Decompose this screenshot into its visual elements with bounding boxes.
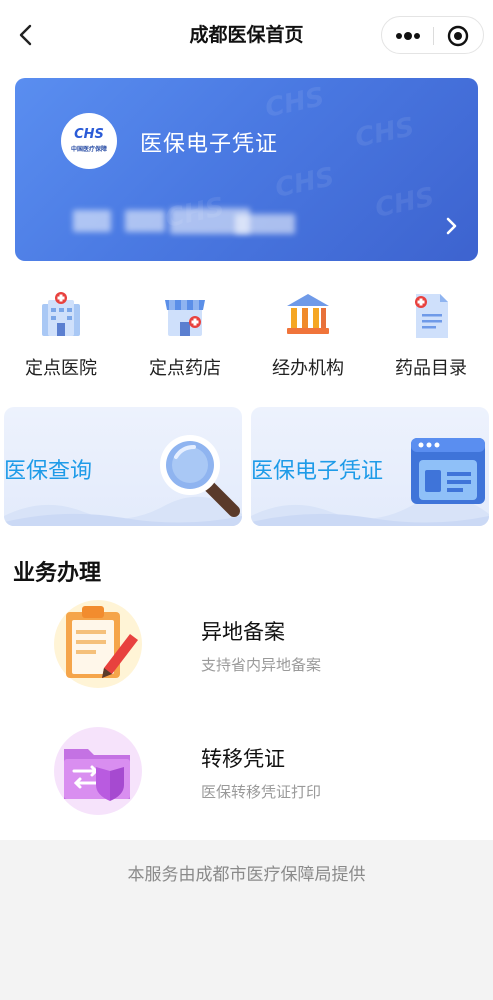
pharmacy-icon	[165, 300, 205, 336]
quick-nav-label: 定点药店	[149, 358, 221, 379]
quick-nav-label: 定点医院	[25, 358, 97, 379]
target-close-icon[interactable]	[447, 25, 469, 47]
banner-label: 医保电子凭证	[251, 459, 384, 484]
clipboard-edit-icon	[54, 600, 142, 688]
hospital-icon	[42, 292, 80, 336]
more-dots-icon[interactable]	[394, 26, 422, 46]
quick-nav-drug-catalog[interactable]: 药品目录	[381, 290, 481, 385]
card-title: 医保电子凭证	[140, 132, 279, 157]
chs-logo: CHS 中国医疗保障	[61, 113, 117, 169]
svg-text:CHS: CHS	[74, 127, 104, 140]
service-name: 转移凭证	[201, 747, 285, 771]
quick-nav-label: 经办机构	[272, 358, 344, 379]
chevron-right-icon[interactable]	[442, 215, 460, 237]
banner-insurance-query[interactable]: 医保查询	[4, 407, 242, 526]
service-transfer-certificate[interactable]: 转移凭证 医保转移凭证打印	[0, 725, 493, 835]
masked-name	[73, 210, 111, 232]
masked-id-1	[125, 210, 165, 232]
service-desc: 支持省内异地备案	[201, 656, 322, 674]
institution-icon	[287, 294, 329, 334]
section-title: 业务办理	[13, 561, 102, 586]
quick-nav-label: 药品目录	[395, 358, 467, 379]
miniprogram-capsule	[381, 16, 484, 54]
quick-nav-hospital[interactable]: 定点医院	[11, 290, 111, 385]
quick-nav-pharmacy[interactable]: 定点药店	[135, 290, 235, 385]
service-remote-filing[interactable]: 异地备案 支持省内异地备案	[0, 598, 493, 708]
banner-label: 医保查询	[4, 459, 93, 484]
magnifier-icon	[160, 435, 240, 517]
quick-nav-institution[interactable]: 经办机构	[258, 290, 358, 385]
id-card-icon	[411, 438, 485, 504]
masked-id-3	[235, 214, 295, 234]
service-name: 异地备案	[201, 620, 285, 644]
nav-bar: 成都医保首页	[0, 0, 493, 70]
service-desc: 医保转移凭证打印	[201, 783, 322, 801]
folder-transfer-icon	[54, 727, 142, 815]
footer-provider-note: 本服务由成都市医疗保障局提供	[127, 865, 366, 885]
capsule-divider	[433, 27, 434, 45]
banner-e-certificate[interactable]: 医保电子凭证	[251, 407, 489, 526]
insurance-card[interactable]: CHS CHS CHS CHS CHS CHS 中国医疗保障 医保电子凭证	[15, 78, 478, 261]
drug-catalog-icon	[415, 294, 448, 338]
